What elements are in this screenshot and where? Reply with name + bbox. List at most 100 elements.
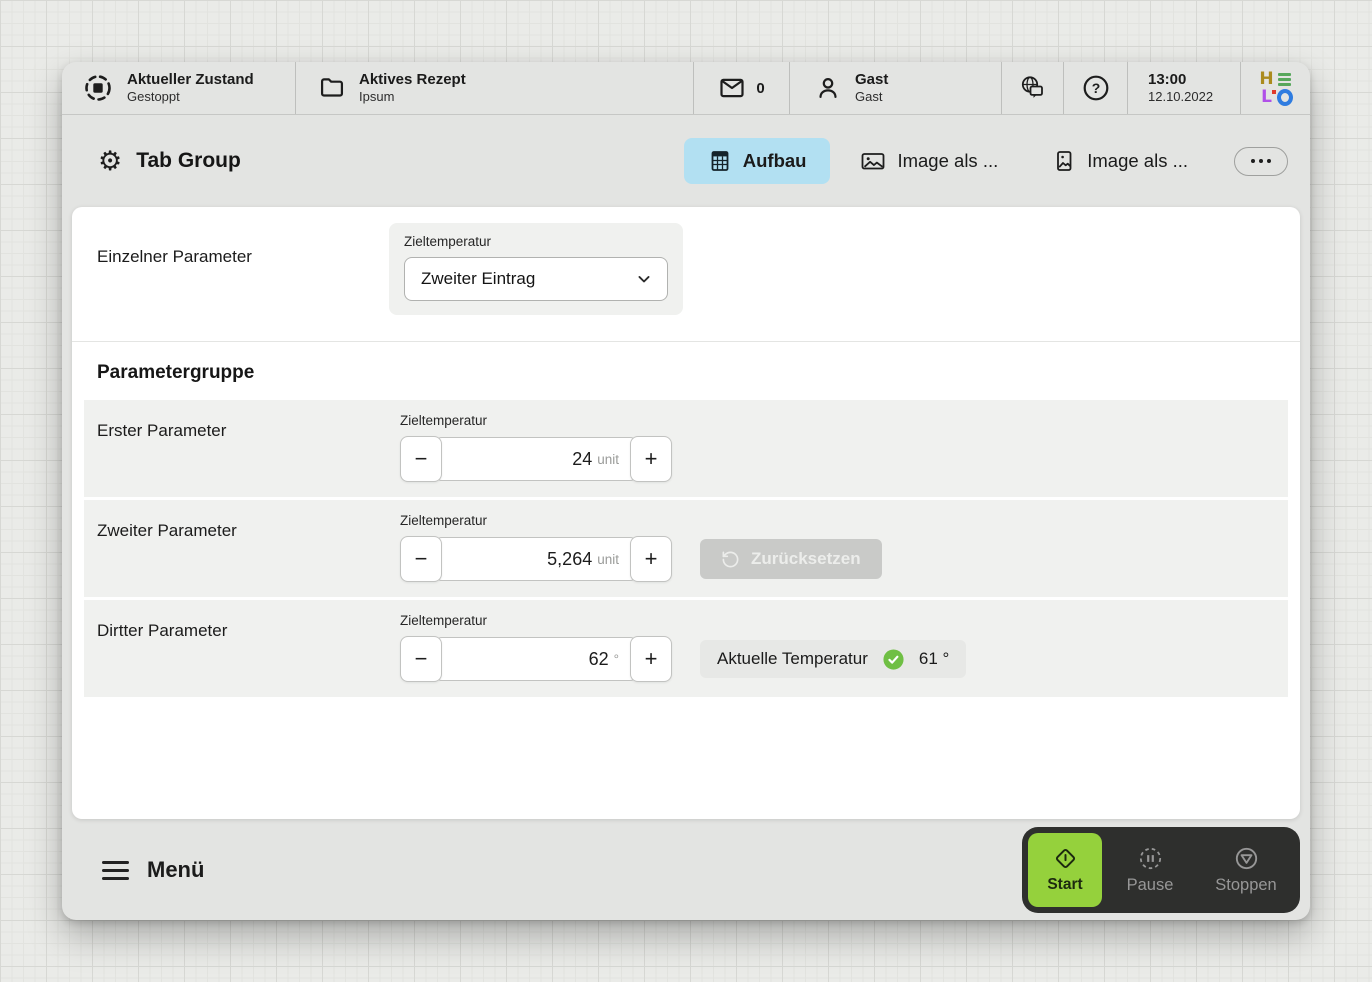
helio-logo-icon: H L bbox=[1259, 71, 1293, 105]
svg-text:?: ? bbox=[1091, 80, 1100, 96]
mail-count: 0 bbox=[756, 80, 764, 97]
more-tabs-button[interactable] bbox=[1234, 147, 1288, 176]
value-text: 24 bbox=[572, 449, 592, 470]
tab-label: Aufbau bbox=[743, 150, 807, 172]
user-button[interactable]: Gast Gast bbox=[790, 62, 1002, 114]
pause-label: Pause bbox=[1127, 876, 1174, 895]
target-temperature-select[interactable]: Zweiter Eintrag bbox=[404, 257, 668, 301]
dropdown-field-label: Zieltemperatur bbox=[404, 234, 668, 249]
brand-logo: H L bbox=[1241, 62, 1310, 114]
status-value: 61 ° bbox=[919, 649, 949, 669]
tab-image-2[interactable]: Image als ... bbox=[1028, 138, 1212, 184]
menu-label: Menü bbox=[147, 857, 204, 883]
parameter-row-3: Dirtter Parameter Zieltemperatur − 62 ° … bbox=[84, 600, 1288, 697]
field-label: Zieltemperatur bbox=[400, 613, 966, 628]
field-label: Zieltemperatur bbox=[400, 513, 882, 528]
stopped-state-icon bbox=[82, 72, 114, 104]
gear-icon: ⚙ bbox=[98, 148, 122, 175]
state-value: Gestoppt bbox=[127, 89, 254, 105]
state-title: Aktueller Zustand bbox=[127, 71, 254, 90]
machine-action-bar: Start Pause Stoppen bbox=[1022, 827, 1300, 913]
field-label: Zieltemperatur bbox=[400, 413, 672, 428]
value-input[interactable]: 24 unit bbox=[434, 437, 638, 481]
hamburger-icon bbox=[102, 861, 129, 880]
menu-button[interactable]: Menü bbox=[102, 857, 204, 883]
pause-button[interactable]: Pause bbox=[1102, 833, 1198, 907]
clock-date: 12.10.2022 bbox=[1148, 89, 1213, 105]
start-label: Start bbox=[1047, 876, 1082, 894]
increment-button[interactable]: + bbox=[630, 536, 672, 582]
tab-label: Image als ... bbox=[1087, 150, 1188, 172]
parameter-name: Dirtter Parameter bbox=[97, 613, 400, 682]
stop-icon bbox=[1234, 846, 1259, 871]
app-window: Aktueller Zustand Gestoppt Aktives Rezep… bbox=[62, 62, 1310, 920]
reset-label: Zurücksetzen bbox=[751, 549, 861, 569]
increment-button[interactable]: + bbox=[630, 436, 672, 482]
tab-group-title: Tab Group bbox=[136, 149, 241, 173]
user-name: Gast bbox=[855, 71, 888, 90]
select-value: Zweiter Eintrag bbox=[421, 269, 535, 289]
stop-button[interactable]: Stoppen bbox=[1198, 833, 1294, 907]
decrement-button[interactable]: − bbox=[400, 436, 442, 482]
parameter-rows: Erster Parameter Zieltemperatur − 24 uni… bbox=[84, 400, 1288, 697]
help-button[interactable]: ? bbox=[1064, 62, 1128, 114]
parameter-row-1: Erster Parameter Zieltemperatur − 24 uni… bbox=[84, 400, 1288, 497]
tab-image-1[interactable]: Image als ... bbox=[836, 138, 1022, 184]
value-input[interactable]: 62 ° bbox=[434, 637, 638, 681]
clock-section: 13:00 12.10.2022 bbox=[1128, 62, 1241, 114]
globe-chat-icon bbox=[1017, 73, 1049, 103]
rotate-ccw-icon bbox=[721, 550, 740, 569]
tab-group-bar: ⚙ Tab Group Aufbau bbox=[62, 115, 1310, 207]
single-parameter-row: Einzelner Parameter Zieltemperatur Zweit… bbox=[72, 207, 1300, 327]
current-state-section: Aktueller Zustand Gestoppt bbox=[62, 62, 296, 114]
language-button[interactable] bbox=[1002, 62, 1064, 114]
clock-time: 13:00 bbox=[1148, 71, 1213, 90]
parameter-group-heading: Parametergruppe bbox=[97, 362, 1300, 384]
parameter-name: Erster Parameter bbox=[97, 413, 400, 482]
value-text: 5,264 bbox=[547, 549, 592, 570]
user-icon bbox=[814, 74, 842, 102]
current-temperature-badge: Aktuelle Temperatur 61 ° bbox=[700, 640, 966, 678]
topbar: Aktueller Zustand Gestoppt Aktives Rezep… bbox=[62, 62, 1310, 115]
tab-label: Image als ... bbox=[897, 150, 998, 172]
single-parameter-label: Einzelner Parameter bbox=[97, 223, 389, 267]
tabs: Aufbau Image als ... bbox=[684, 138, 1288, 184]
help-icon: ? bbox=[1081, 73, 1111, 103]
value-stepper: − 24 unit + bbox=[400, 436, 672, 482]
check-circle-icon bbox=[882, 648, 905, 671]
status-label: Aktuelle Temperatur bbox=[717, 649, 868, 669]
tab-aufbau[interactable]: Aufbau bbox=[684, 138, 831, 184]
divider bbox=[72, 341, 1300, 342]
parameter-row-2: Zweiter Parameter Zieltemperatur − 5,264… bbox=[84, 500, 1288, 597]
parameter-name: Zweiter Parameter bbox=[97, 513, 400, 582]
image-portrait-icon bbox=[1052, 149, 1076, 173]
mail-icon bbox=[718, 74, 746, 102]
decrement-button[interactable]: − bbox=[400, 636, 442, 682]
start-icon bbox=[1053, 846, 1078, 871]
chevron-down-icon bbox=[634, 269, 654, 289]
folder-icon bbox=[318, 74, 346, 102]
value-stepper: − 62 ° + bbox=[400, 636, 672, 682]
dropdown-card: Zieltemperatur Zweiter Eintrag bbox=[389, 223, 683, 315]
value-stepper: − 5,264 unit + bbox=[400, 536, 672, 582]
bottombar: Menü Start Pause bbox=[62, 819, 1310, 920]
increment-button[interactable]: + bbox=[630, 636, 672, 682]
messages-button[interactable]: 0 bbox=[694, 62, 790, 114]
value-text: 62 bbox=[589, 649, 609, 670]
unit-text: unit bbox=[597, 552, 619, 567]
content-panel: Einzelner Parameter Zieltemperatur Zweit… bbox=[72, 207, 1300, 819]
decrement-button[interactable]: − bbox=[400, 536, 442, 582]
recipe-title: Aktives Rezept bbox=[359, 71, 466, 90]
tab-group-title-block: ⚙ Tab Group bbox=[98, 148, 241, 175]
active-recipe-section: Aktives Rezept Ipsum bbox=[296, 62, 694, 114]
reset-button[interactable]: Zurücksetzen bbox=[700, 539, 882, 579]
ellipsis-icon bbox=[1251, 159, 1255, 163]
user-role: Gast bbox=[855, 89, 888, 105]
start-button[interactable]: Start bbox=[1028, 833, 1102, 907]
image-landscape-icon bbox=[860, 149, 886, 173]
pause-icon bbox=[1138, 846, 1163, 871]
stop-label: Stoppen bbox=[1215, 876, 1276, 895]
unit-text: unit bbox=[597, 452, 619, 467]
table-document-icon bbox=[708, 149, 732, 173]
value-input[interactable]: 5,264 unit bbox=[434, 537, 638, 581]
